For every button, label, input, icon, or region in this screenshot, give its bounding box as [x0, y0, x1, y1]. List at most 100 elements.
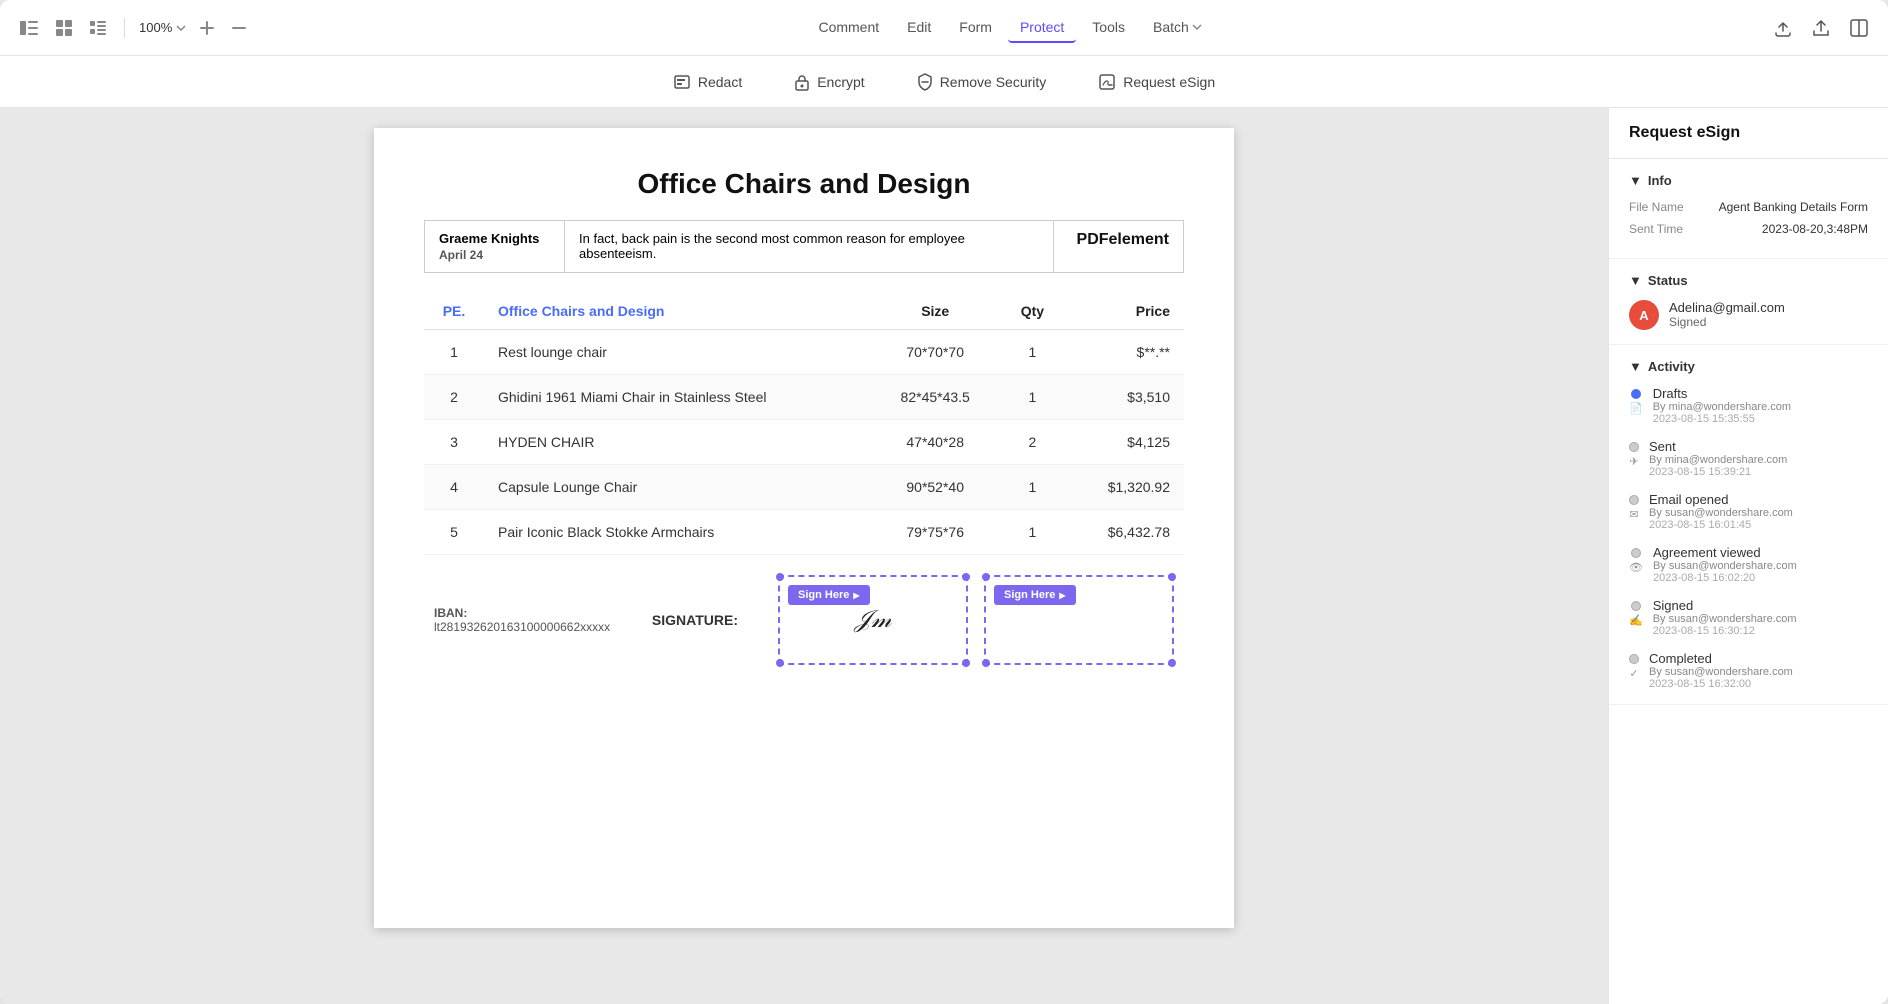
main-layout: Office Chairs and Design Graeme Knights … — [0, 108, 1888, 1004]
sign-here-btn-2[interactable]: Sign Here — [994, 585, 1076, 605]
activity-item: ✓ Completed By susan@wondershare.com 202… — [1629, 651, 1868, 690]
remove-security-btn[interactable]: Remove Security — [907, 67, 1057, 97]
status-email: Adelina@gmail.com — [1669, 300, 1785, 315]
redact-btn[interactable]: Redact — [663, 67, 752, 97]
corner-dot — [982, 659, 990, 667]
cell-qty: 2 — [999, 420, 1066, 465]
activity-item: ✈ Sent By mina@wondershare.com 2023-08-1… — [1629, 439, 1868, 478]
request-esign-btn[interactable]: Request eSign — [1088, 67, 1225, 97]
shield-icon — [917, 73, 933, 91]
top-toolbar: 100% Comment Edit Form Protect — [0, 0, 1888, 56]
zoom-value: 100% — [139, 20, 172, 35]
signature-image: 𝒥𝓂 — [855, 607, 892, 634]
cell-num: 5 — [424, 510, 484, 555]
sent-time-label: Sent Time — [1629, 222, 1683, 236]
cell-size: 70*70*70 — [872, 330, 999, 375]
cell-num: 3 — [424, 420, 484, 465]
sign-box-2[interactable]: Sign Here — [984, 575, 1174, 665]
doc-header-table: Graeme Knights April 24 In fact, back pa… — [424, 220, 1184, 273]
cell-size: 79*75*76 — [872, 510, 999, 555]
toolbar-nav: Comment Edit Form Protect Tools Batch — [262, 13, 1758, 43]
nav-batch[interactable]: Batch — [1141, 13, 1214, 43]
corner-dot — [776, 573, 784, 581]
signature-label: SIGNATURE: — [652, 612, 738, 628]
split-view-btn[interactable] — [1846, 15, 1872, 41]
encrypt-btn[interactable]: Encrypt — [784, 67, 874, 97]
cell-qty: 1 — [999, 510, 1066, 555]
corner-dot — [1168, 573, 1176, 581]
activity-by: By mina@wondershare.com — [1649, 454, 1787, 466]
upload-btn[interactable] — [1770, 15, 1796, 41]
zoom-control: 100% — [139, 20, 186, 35]
cell-size: 47*40*28 — [872, 420, 999, 465]
info-section-header[interactable]: ▼ Info — [1629, 173, 1868, 188]
cell-price: $4,125 — [1066, 420, 1184, 465]
activity-time: 2023-08-15 16:02:20 — [1653, 572, 1797, 584]
cell-size: 90*52*40 — [872, 465, 999, 510]
activity-time: 2023-08-15 16:30:12 — [1653, 625, 1797, 637]
file-name-value: Agent Banking Details Form — [1719, 200, 1868, 214]
status-section-header[interactable]: ▼ Status — [1629, 273, 1868, 288]
activity-title: Drafts — [1653, 386, 1791, 401]
corner-dot — [982, 573, 990, 581]
zoom-out-btn[interactable] — [228, 23, 250, 33]
grid-view-btn[interactable] — [52, 16, 76, 40]
cell-qty: 1 — [999, 465, 1066, 510]
zoom-in-btn[interactable] — [196, 17, 218, 39]
col-header-size: Size — [872, 293, 999, 330]
panel-header: Request eSign — [1609, 108, 1888, 159]
check-icon: ✓ — [1629, 667, 1638, 680]
encrypt-label: Encrypt — [817, 74, 864, 90]
activity-by: By susan@wondershare.com — [1653, 613, 1797, 625]
status-info: Adelina@gmail.com Signed — [1669, 300, 1785, 329]
share-btn[interactable] — [1808, 15, 1834, 41]
file-name-row: File Name Agent Banking Details Form — [1629, 200, 1868, 214]
cell-qty: 1 — [999, 330, 1066, 375]
activity-content: Email opened By susan@wondershare.com 20… — [1649, 492, 1793, 531]
corner-dot — [962, 659, 970, 667]
corner-dot — [1168, 659, 1176, 667]
activity-item: 👁 Agreement viewed By susan@wondershare.… — [1629, 545, 1868, 584]
nav-comment[interactable]: Comment — [806, 13, 891, 43]
nav-tools[interactable]: Tools — [1080, 13, 1137, 43]
activity-dot — [1631, 601, 1641, 611]
sign-box-1[interactable]: Sign Here 𝒥𝓂 — [778, 575, 968, 665]
status-section: ▼ Status A Adelina@gmail.com Signed — [1609, 259, 1888, 345]
data-table: PE. Office Chairs and Design Size Qty Pr… — [424, 293, 1184, 555]
corner-dot — [776, 659, 784, 667]
activity-by: By mina@wondershare.com — [1653, 401, 1791, 413]
panel-title: Request eSign — [1629, 124, 1868, 142]
nav-protect[interactable]: Protect — [1008, 13, 1076, 43]
sent-time-value: 2023-08-20,3:48PM — [1762, 222, 1868, 236]
activity-title: Completed — [1649, 651, 1793, 666]
activity-title: Sent — [1649, 439, 1787, 454]
status-title: Status — [1648, 273, 1688, 288]
cell-num: 2 — [424, 375, 484, 420]
pdf-area[interactable]: Office Chairs and Design Graeme Knights … — [0, 108, 1608, 1004]
cell-price: $6,432.78 — [1066, 510, 1184, 555]
cell-name: Rest lounge chair — [484, 330, 872, 375]
secondary-toolbar: Redact Encrypt Remove Security — [0, 56, 1888, 108]
cell-name: HYDEN CHAIR — [484, 420, 872, 465]
description-cell: In fact, back pain is the second most co… — [565, 221, 1054, 273]
send-icon: ✈ — [1629, 455, 1638, 468]
sign-icon: ✍ — [1629, 614, 1643, 627]
signature-row: IBAN: lt281932620163100000662xxxxx SIGNA… — [424, 575, 1184, 665]
remove-security-label: Remove Security — [940, 74, 1047, 90]
activity-content: Sent By mina@wondershare.com 2023-08-15 … — [1649, 439, 1787, 478]
pdf-page: Office Chairs and Design Graeme Knights … — [374, 128, 1234, 928]
sign-boxes: Sign Here 𝒥𝓂 Sign Here — [778, 575, 1174, 665]
email-icon: ✉ — [1629, 508, 1638, 521]
activity-by: By susan@wondershare.com — [1649, 507, 1793, 519]
nav-form[interactable]: Form — [947, 13, 1004, 43]
nav-edit[interactable]: Edit — [895, 13, 943, 43]
activity-section-header[interactable]: ▼ Activity — [1629, 359, 1868, 374]
sidebar-toggle-btn[interactable] — [16, 17, 42, 39]
table-row: 4 Capsule Lounge Chair 90*52*40 1 $1,320… — [424, 465, 1184, 510]
sign-here-btn-1[interactable]: Sign Here — [788, 585, 870, 605]
table-row: 3 HYDEN CHAIR 47*40*28 2 $4,125 — [424, 420, 1184, 465]
info-arrow: ▼ — [1629, 173, 1642, 188]
doc-title: Office Chairs and Design — [424, 168, 1184, 200]
list-view-btn[interactable] — [86, 16, 110, 40]
activity-list: 📄 Drafts By mina@wondershare.com 2023-08… — [1629, 386, 1868, 690]
